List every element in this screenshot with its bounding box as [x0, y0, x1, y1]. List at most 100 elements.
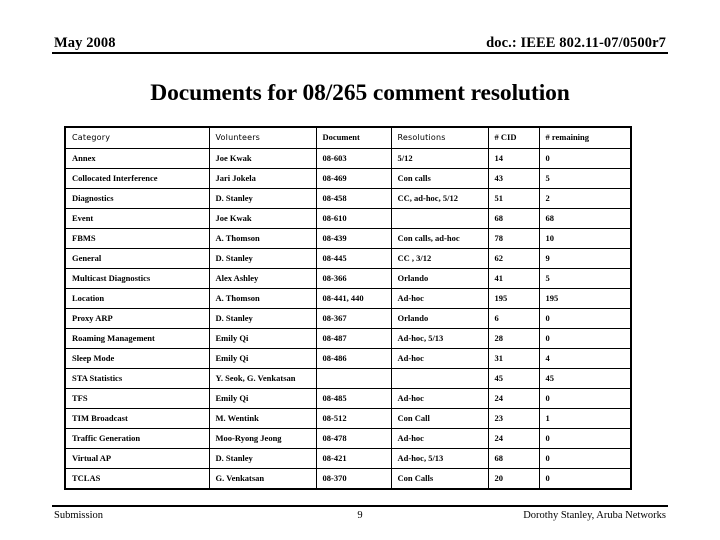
cell-category: Sleep Mode [64, 348, 210, 369]
table-header: Category Volunteers Document Resolutions… [64, 126, 632, 149]
cell-document: 08-367 [315, 308, 392, 329]
cell-remaining: 45 [538, 368, 632, 389]
cell-resolutions: Con calls, ad-hoc [390, 228, 489, 249]
table-body: Annex Joe Kwak 08-603 5/12 14 0 Collocated Int… [64, 148, 632, 490]
table-header-row: Category Volunteers Document Resolutions… [64, 126, 632, 149]
cell-document: 08-370 [315, 468, 392, 490]
cell-category: Multicast Diagnostics [64, 268, 210, 289]
cell-remaining: 68 [538, 208, 632, 229]
cell-volunteers: A. Thomson [208, 228, 317, 249]
cell-document: 08-458 [315, 188, 392, 209]
cell-document: 08-478 [315, 428, 392, 449]
cell-volunteers: Jari Jokela [208, 168, 317, 189]
cell-volunteers: Y. Seok, G. Venkatsan [208, 368, 317, 389]
cell-remaining: 0 [538, 328, 632, 349]
cell-category: Annex [64, 148, 210, 169]
cell-cid: 62 [487, 248, 540, 269]
column-header-category: Category [64, 126, 210, 149]
cell-remaining: 0 [538, 308, 632, 329]
cell-resolutions: Con Calls [390, 468, 489, 490]
page-title: Documents for 08/265 comment resolution [150, 80, 570, 106]
header-document-id: doc.: IEEE 802.11-07/0500r7 [486, 35, 666, 51]
cell-volunteers: Joe Kwak [208, 148, 317, 169]
cell-cid: 6 [487, 308, 540, 329]
table-row: Sleep Mode Emily Qi 08-486 Ad-hoc 31 4 [64, 348, 632, 369]
cell-remaining: 2 [538, 188, 632, 209]
cell-volunteers: D. Stanley [208, 448, 317, 469]
cell-remaining: 10 [538, 228, 632, 249]
cell-volunteers: A. Thomson [208, 288, 317, 309]
table-row: STA Statistics Y. Seok, G. Venkatsan 45 45 [64, 368, 632, 389]
cell-cid: 24 [487, 388, 540, 409]
cell-category: TIM Broadcast [64, 408, 210, 429]
cell-resolutions: Ad-hoc [390, 288, 489, 309]
column-header-cid: # CID [487, 126, 540, 149]
cell-document: 08-421 [315, 448, 392, 469]
cell-volunteers: Joe Kwak [208, 208, 317, 229]
cell-document: 08-485 [315, 388, 392, 409]
cell-document: 08-469 [315, 168, 392, 189]
cell-document: 08-366 [315, 268, 392, 289]
cell-resolutions: Ad-hoc [390, 388, 489, 409]
cell-document: 08-487 [315, 328, 392, 349]
cell-category: FBMS [64, 228, 210, 249]
cell-resolutions: Ad-hoc [390, 348, 489, 369]
cell-document: 08-439 [315, 228, 392, 249]
column-header-volunteers: Volunteers [208, 126, 317, 149]
cell-remaining: 0 [538, 428, 632, 449]
column-header-resolutions: Resolutions [390, 126, 489, 149]
cell-remaining: 195 [538, 288, 632, 309]
table-row: Diagnostics D. Stanley 08-458 CC, ad-hoc, 5… [64, 188, 632, 209]
table-row: Collocated Interference Jari Jokela 08-469… [64, 168, 632, 189]
cell-category: Collocated Interference [64, 168, 210, 189]
cell-cid: 23 [487, 408, 540, 429]
cell-category: Diagnostics [64, 188, 210, 209]
slide: May 2008 doc.: IEEE 802.11-07/0500r7 Doc… [0, 0, 720, 540]
table-row: Proxy ARP D. Stanley 08-367 Orlando 6 0 [64, 308, 632, 329]
cell-remaining: 0 [538, 388, 632, 409]
cell-cid: 24 [487, 428, 540, 449]
cell-volunteers: D. Stanley [208, 308, 317, 329]
cell-volunteers: D. Stanley [208, 188, 317, 209]
cell-cid: 43 [487, 168, 540, 189]
cell-category: STA Statistics [64, 368, 210, 389]
table-row: TFS Emily Qi 08-485 Ad-hoc 24 0 [64, 388, 632, 409]
cell-cid: 31 [487, 348, 540, 369]
table-row: General D. Stanley 08-445 CC , 3/12 62 9 [64, 248, 632, 269]
cell-volunteers: Emily Qi [208, 328, 317, 349]
cell-resolutions: CC, ad-hoc, 5/12 [390, 188, 489, 209]
documents-table-container: Category Volunteers Document Resolutions… [64, 126, 632, 490]
cell-volunteers: D. Stanley [208, 248, 317, 269]
cell-category: Roaming Management [64, 328, 210, 349]
cell-cid: 68 [487, 208, 540, 229]
cell-cid: 51 [487, 188, 540, 209]
cell-document: 08-445 [315, 248, 392, 269]
cell-cid: 14 [487, 148, 540, 169]
cell-volunteers: Moo-Ryong Jeong [208, 428, 317, 449]
cell-volunteers: Emily Qi [208, 348, 317, 369]
cell-cid: 68 [487, 448, 540, 469]
cell-remaining: 0 [538, 448, 632, 469]
cell-remaining: 5 [538, 268, 632, 289]
cell-remaining: 4 [538, 348, 632, 369]
cell-resolutions: Ad-hoc [390, 428, 489, 449]
table-row: TCLAS G. Venkatsan 08-370 Con Calls 20 0 [64, 468, 632, 490]
cell-resolutions: CC , 3/12 [390, 248, 489, 269]
cell-document [315, 368, 392, 389]
footer-row: Submission 9 Dorothy Stanley, Aruba Netw… [52, 507, 668, 521]
cell-document: 08-512 [315, 408, 392, 429]
table-row: Roaming Management Emily Qi 08-487 Ad-hoc, … [64, 328, 632, 349]
cell-document: 08-610 [315, 208, 392, 229]
cell-cid: 41 [487, 268, 540, 289]
slide-footer: Submission 9 Dorothy Stanley, Aruba Netw… [52, 505, 668, 521]
cell-volunteers: G. Venkatsan [208, 468, 317, 490]
cell-category: TFS [64, 388, 210, 409]
table-row: Traffic Generation Moo-Ryong Jeong 08-478 A… [64, 428, 632, 449]
cell-remaining: 5 [538, 168, 632, 189]
cell-category: TCLAS [64, 468, 210, 490]
cell-category: Event [64, 208, 210, 229]
cell-resolutions: Con calls [390, 168, 489, 189]
cell-resolutions: Ad-hoc, 5/13 [390, 448, 489, 469]
table-row: Virtual AP D. Stanley 08-421 Ad-hoc, 5/13 68… [64, 448, 632, 469]
cell-document: 08-603 [315, 148, 392, 169]
